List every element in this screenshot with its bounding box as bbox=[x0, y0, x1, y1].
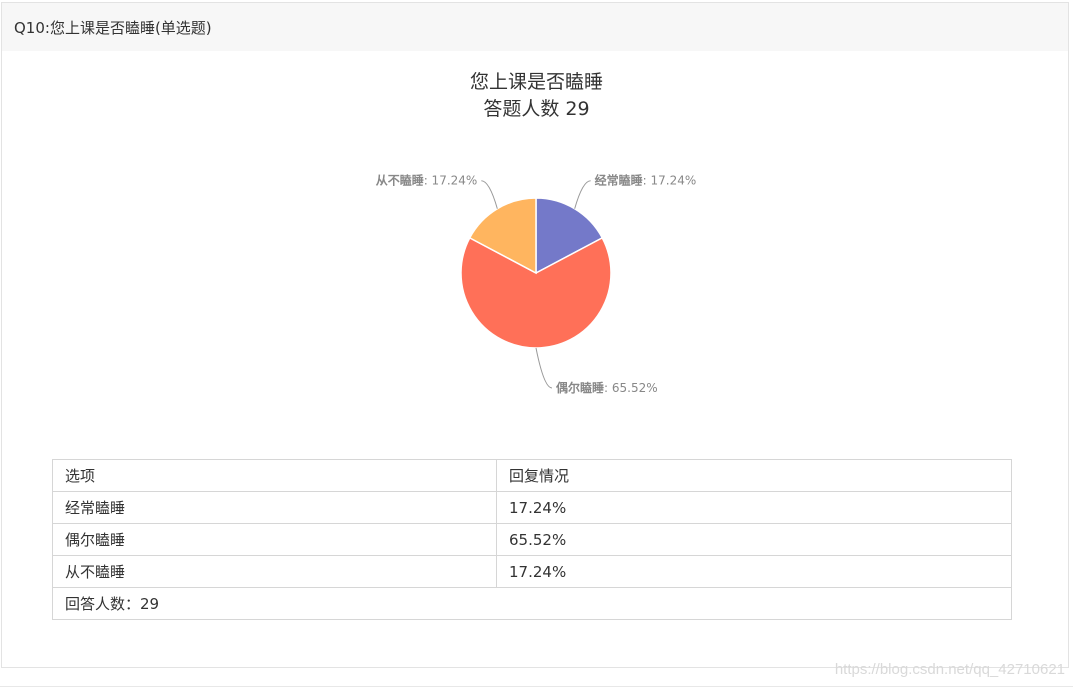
table-row: 偶尔瞌睡 65.52% bbox=[52, 523, 1012, 556]
slice-label: 偶尔瞌睡: 65.52% bbox=[556, 380, 658, 395]
pie-chart: 经常瞌睡: 17.24% 偶尔瞌睡: 65.52% 从不瞌睡: 17.24% bbox=[376, 173, 697, 395]
label-leader-line bbox=[574, 180, 591, 209]
respondent-count: 回答人数：29 bbox=[52, 587, 1012, 620]
table-cell-value: 17.24% bbox=[496, 491, 1012, 524]
label-leader-line bbox=[535, 347, 553, 389]
slice-label: 从不瞌睡: 17.24% bbox=[376, 173, 478, 188]
table-footer-row: 回答人数：29 bbox=[52, 587, 1012, 620]
table-header-row: 选项 回复情况 bbox=[52, 459, 1012, 492]
divider bbox=[0, 686, 1073, 687]
result-table: 选项 回复情况 经常瞌睡 17.24% 偶尔瞌睡 65.52% 从不瞌睡 17.… bbox=[52, 459, 1012, 620]
table-cell-option: 从不瞌睡 bbox=[52, 555, 497, 588]
table-cell-value: 17.24% bbox=[496, 555, 1012, 588]
slice-label: 经常瞌睡: 17.24% bbox=[595, 173, 697, 188]
table-header-reply: 回复情况 bbox=[496, 459, 1012, 492]
table-cell-value: 65.52% bbox=[496, 523, 1012, 556]
table-row: 经常瞌睡 17.24% bbox=[52, 491, 1012, 524]
table-cell-option: 偶尔瞌睡 bbox=[52, 523, 497, 556]
watermark: https://blog.csdn.net/qq_42710621 bbox=[834, 661, 1065, 678]
table-header-option: 选项 bbox=[52, 459, 497, 492]
table-row: 从不瞌睡 17.24% bbox=[52, 555, 1012, 588]
table-cell-option: 经常瞌睡 bbox=[52, 491, 497, 524]
label-leader-line bbox=[481, 180, 498, 209]
